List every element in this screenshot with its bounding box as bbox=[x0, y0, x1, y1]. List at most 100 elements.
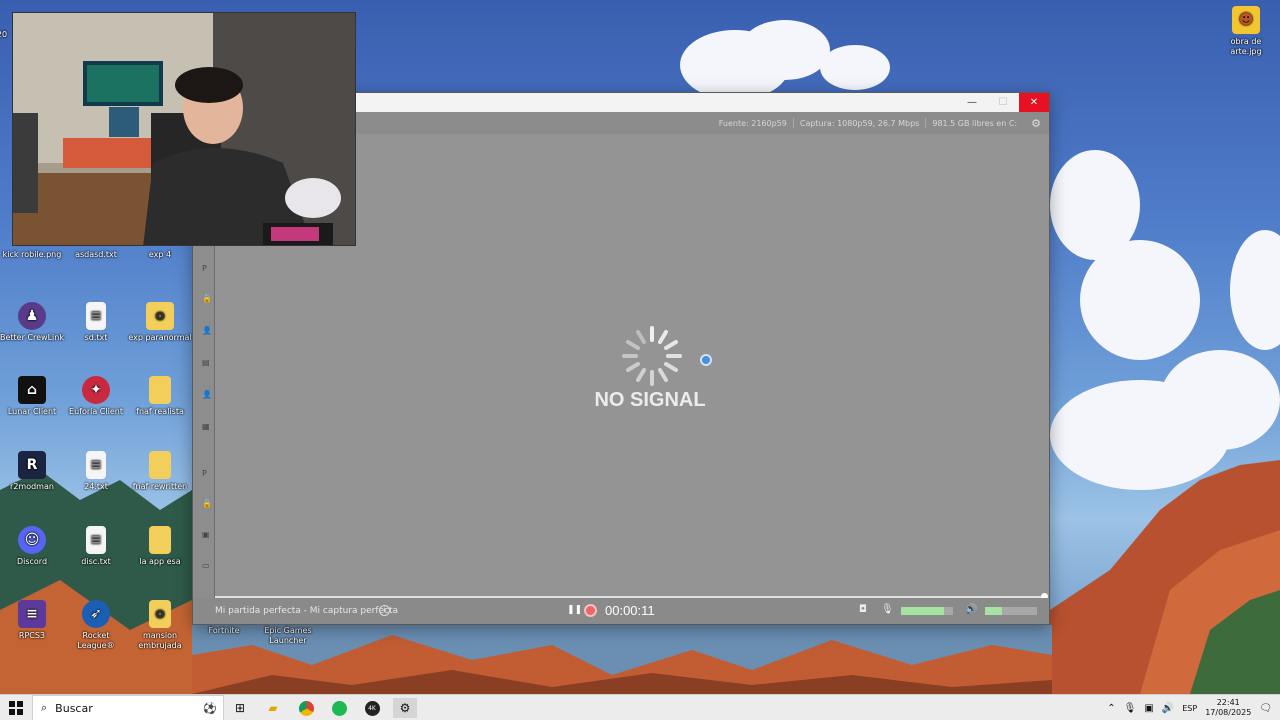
desktop-icon-label: Lunar Client bbox=[7, 407, 57, 416]
windows-start-icon[interactable] bbox=[9, 701, 23, 715]
desktop-icon-label: exp 4 bbox=[148, 250, 172, 259]
loading-spinner-icon bbox=[622, 326, 682, 386]
volume-icon[interactable]: 🔊 bbox=[1162, 703, 1174, 714]
webcam-feed-image bbox=[13, 13, 355, 245]
desktop-icon-discord[interactable]: ☺ Discord bbox=[0, 526, 64, 567]
desktop-icon-label: Discord bbox=[16, 557, 48, 566]
control-bar: Mi partida perfecta - Mi captura perfect… bbox=[193, 598, 1049, 624]
desktop-icon-label: sd.txt bbox=[84, 333, 108, 342]
free-storage: 981.5 GB libres en C: bbox=[932, 118, 1018, 128]
person-icon[interactable]: 👤 bbox=[202, 390, 212, 399]
text-file-icon: ≡ bbox=[86, 451, 106, 479]
euforia-client-icon: ✦ bbox=[82, 376, 110, 404]
system-tray: ⌃ 🎙 ▣ 🔊 ESP 22:41 17/08/2025 🗨 bbox=[1107, 695, 1272, 720]
folder-icon bbox=[149, 526, 171, 554]
film-icon[interactable]: ▦ bbox=[202, 422, 210, 431]
taskbar: ⌕ Buscar ⚽ ⊞ ▰ 4K ⚙ ⌃ 🎙 ▣ 🔊 ESP 22:41 17… bbox=[0, 694, 1280, 720]
microphone-icon[interactable]: 🎙 bbox=[1124, 703, 1137, 714]
image-file-icon: ☻ bbox=[1232, 6, 1260, 34]
task-view-icon[interactable]: ⊞ bbox=[228, 698, 252, 718]
desktop-icon-label: fnaf realista bbox=[136, 407, 184, 416]
close-button[interactable]: ✕ bbox=[1019, 93, 1049, 112]
desktop-icon-lunar-client[interactable]: ⌂ Lunar Client bbox=[0, 376, 64, 417]
chevron-up-icon[interactable]: ⌃ bbox=[1107, 703, 1115, 714]
strip-letter: P bbox=[202, 264, 207, 273]
settings-icon[interactable]: ⚙ bbox=[393, 698, 417, 718]
lock-icon[interactable]: 🔒 bbox=[202, 499, 212, 508]
folder-icon[interactable]: ▭ bbox=[202, 561, 210, 570]
minimize-button[interactable]: — bbox=[957, 93, 987, 112]
lunar-client-icon: ⌂ bbox=[18, 376, 46, 404]
no-signal-message: NO SIGNAL bbox=[594, 389, 706, 411]
taskbar-clock[interactable]: 22:41 17/08/2025 bbox=[1205, 698, 1251, 718]
rocket-league-icon: ➶ bbox=[82, 600, 110, 628]
desktop-icon-rpcs3[interactable]: ≡ RPCS3 bbox=[0, 600, 64, 641]
strip-letter: P bbox=[202, 469, 207, 478]
valley-illustration bbox=[192, 625, 1052, 694]
desktop-icon-label: 20 bbox=[0, 30, 8, 39]
maximize-button[interactable]: ☐ bbox=[988, 93, 1018, 112]
file-icon[interactable]: ▤ bbox=[202, 358, 210, 367]
desktop-icon-disc[interactable]: ≡ disc.txt bbox=[64, 526, 128, 567]
desktop-icon-exp-paranormal[interactable]: o exp paranormal bbox=[128, 302, 192, 343]
desktop-icon-label: Rocket League® bbox=[77, 631, 115, 650]
4k-video-app-icon[interactable]: 4K bbox=[360, 698, 384, 718]
microphone-icon[interactable]: 🎙 bbox=[881, 604, 894, 615]
desktop-icon-exp4[interactable]: exp 4 bbox=[128, 250, 192, 260]
network-icon[interactable]: ▣ bbox=[1144, 703, 1153, 714]
desktop-icon-rocket-league[interactable]: ➶ Rocket League® bbox=[64, 600, 128, 651]
cliffs-illustration bbox=[1050, 460, 1280, 694]
desktop-icon-epic-games[interactable]: Epic Games Launcher bbox=[256, 626, 320, 646]
desktop-icon-fnaf-realista[interactable]: fnaf realista bbox=[128, 376, 192, 417]
speaker-icon[interactable]: 🔊 bbox=[965, 604, 977, 615]
desktop-icon-fortnite[interactable]: Fortnite bbox=[192, 626, 256, 636]
chrome-icon[interactable] bbox=[294, 698, 318, 718]
settings-gear-icon[interactable]: ⚙ bbox=[1031, 117, 1041, 130]
desktop-icon-kick-robile[interactable]: kick robile.png bbox=[0, 250, 64, 260]
desktop-icon-label: disc.txt bbox=[81, 557, 111, 566]
file-explorer-icon[interactable]: ▰ bbox=[261, 698, 285, 718]
desktop-icon-sd[interactable]: ≡ sd.txt bbox=[64, 302, 128, 343]
desktop-icon-better-crewlink[interactable]: ♟ Better CrewLink bbox=[0, 302, 64, 343]
desktop-icon-euforia-client[interactable]: ✦ Euforia Client bbox=[64, 376, 128, 417]
desktop-icon-label: r2modman bbox=[10, 482, 54, 491]
desktop-icon-24[interactable]: ≡ 24.txt bbox=[64, 451, 128, 492]
mic-level-meter[interactable] bbox=[901, 607, 953, 615]
desktop-icon-mansion-embrujada[interactable]: o mansion embrujada bbox=[128, 600, 192, 651]
notifications-icon[interactable]: 🗨 bbox=[1259, 703, 1272, 714]
text-file-icon: ≡ bbox=[86, 526, 106, 554]
desktop-icon-label: exp paranormal bbox=[128, 333, 192, 342]
desktop-icon-label: la app esa bbox=[139, 557, 181, 566]
spotify-icon[interactable] bbox=[327, 698, 351, 718]
volume-level-meter[interactable] bbox=[985, 607, 1037, 615]
language-indicator[interactable]: ESP bbox=[1182, 704, 1197, 713]
folder-icon: o bbox=[146, 302, 174, 330]
desktop-icon-label: RPCS3 bbox=[18, 631, 46, 640]
desktop-icon-la-app-esa[interactable]: la app esa bbox=[128, 526, 192, 567]
desktop-icon-r2modman[interactable]: R r2modman bbox=[0, 451, 64, 492]
taskbar-search[interactable]: ⌕ Buscar ⚽ bbox=[32, 695, 224, 720]
lock-icon[interactable]: 🔒 bbox=[202, 294, 212, 303]
clock-date: 17/08/2025 bbox=[1205, 708, 1252, 717]
discord-icon: ☺ bbox=[18, 526, 46, 554]
clock-time: 22:41 bbox=[1216, 698, 1240, 707]
desktop-icon-label: 24.txt bbox=[84, 482, 108, 491]
pause-button[interactable]: ❚❚ bbox=[567, 605, 582, 615]
desktop-icon-fnaf-rewritten[interactable]: fnaf rewritten bbox=[128, 451, 192, 492]
desktop-icon-label: Epic Games Launcher bbox=[264, 626, 312, 645]
divider bbox=[925, 118, 927, 128]
rpcs3-icon: ≡ bbox=[18, 600, 46, 628]
desktop-icon-label: mansion embrujada bbox=[138, 631, 182, 650]
person-icon[interactable]: 👤 bbox=[202, 326, 212, 335]
recording-timer: 00:00:11 bbox=[605, 603, 655, 618]
info-icon[interactable]: i bbox=[379, 605, 390, 616]
screenshot-icon[interactable]: ◘ bbox=[859, 604, 867, 615]
search-icon: ⌕ bbox=[41, 701, 48, 714]
desktop-icon-obra-de-arte[interactable]: ☻ obra de arte.jpg bbox=[1214, 6, 1278, 57]
camera-icon[interactable]: ▣ bbox=[202, 530, 210, 539]
mouse-cursor-icon bbox=[700, 354, 712, 366]
record-button[interactable] bbox=[584, 604, 597, 617]
desktop-icon-label: obra de arte.jpg bbox=[1230, 37, 1262, 56]
desktop-icon-asdasd[interactable]: asdasd.txt bbox=[64, 250, 128, 260]
divider bbox=[792, 118, 794, 128]
